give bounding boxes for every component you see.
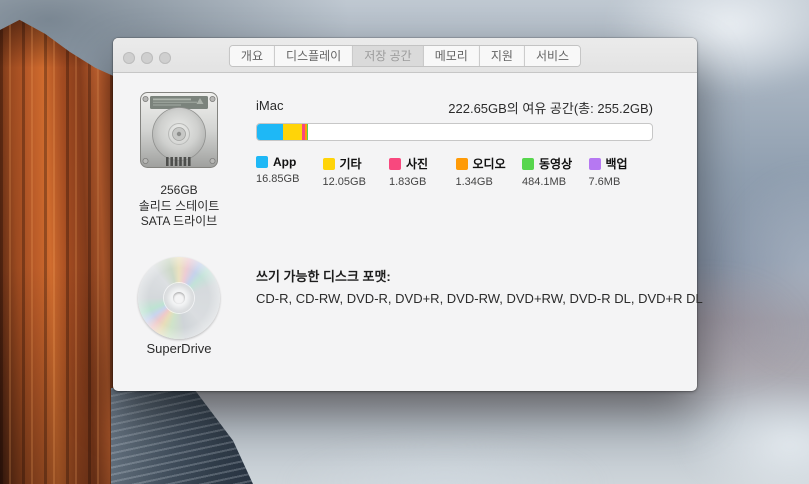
disc-formats-list: CD-R, CD-RW, DVD-R, DVD+R, DVD-RW, DVD+R… — [256, 291, 703, 306]
legend-item-movies: 동영상 484.1MB — [522, 155, 589, 188]
about-this-mac-window: 개요디스플레이저장 공간메모리지원서비스 — [113, 38, 697, 391]
legend-label: 사진 — [406, 155, 428, 172]
legend-item-audio: 오디오 1.34GB — [456, 155, 523, 188]
legend-swatch — [589, 158, 601, 170]
legend-label: 백업 — [606, 155, 628, 172]
usage-segment-movies — [307, 124, 308, 140]
storage-legend: App 16.85GB 기타 12.05GB 사진 1.83GB 오디오 1.3… — [256, 155, 655, 188]
tab-displays[interactable]: 디스플레이 — [275, 46, 353, 66]
hard-drive-icon — [139, 91, 219, 171]
legend-label: 동영상 — [539, 155, 572, 172]
legend-item-other: 기타 12.05GB — [323, 155, 390, 188]
legend-size: 16.85GB — [256, 173, 323, 185]
free-space-text: 222.65GB의 여유 공간(총: 255.2GB) — [448, 98, 653, 117]
legend-item-app: App 16.85GB — [256, 155, 323, 188]
legend-swatch — [522, 158, 534, 170]
device-name: iMac — [256, 98, 283, 117]
tab-support[interactable]: 지원 — [480, 46, 525, 66]
legend-size: 1.34GB — [456, 176, 523, 188]
legend-size: 484.1MB — [522, 176, 589, 188]
superdrive-label: SuperDrive — [113, 341, 245, 356]
legend-swatch — [323, 158, 335, 170]
legend-size: 1.83GB — [389, 176, 456, 188]
minimize-button[interactable] — [141, 52, 153, 64]
legend-label: 기타 — [340, 155, 362, 172]
storage-tab-content: 256GB 솔리드 스테이트 SATA 드라이브 SuperDrive iMac… — [113, 73, 697, 391]
zoom-button[interactable] — [159, 52, 171, 64]
storage-header-row: iMac 222.65GB의 여유 공간(총: 255.2GB) — [256, 98, 653, 117]
superdrive-disc-icon — [138, 257, 220, 339]
window-titlebar[interactable]: 개요디스플레이저장 공간메모리지원서비스 — [113, 38, 697, 73]
tab-storage[interactable]: 저장 공간 — [353, 46, 424, 66]
legend-label: App — [273, 155, 296, 169]
usage-segment-app — [257, 124, 283, 140]
usage-segment-other — [283, 124, 302, 140]
disc-formats-title: 쓰기 가능한 디스크 포맷: — [256, 266, 391, 285]
tab-memory[interactable]: 메모리 — [424, 46, 480, 66]
legend-swatch — [456, 158, 468, 170]
close-button[interactable] — [123, 52, 135, 64]
el-capitan-cliff — [0, 0, 122, 484]
tab-overview[interactable]: 개요 — [230, 46, 275, 66]
legend-size: 7.6MB — [589, 176, 656, 188]
tab-service[interactable]: 서비스 — [525, 46, 580, 66]
legend-size: 12.05GB — [323, 176, 390, 188]
legend-item-backups: 백업 7.6MB — [589, 155, 656, 188]
legend-label: 오디오 — [473, 155, 506, 172]
drive-label: 256GB 솔리드 스테이트 SATA 드라이브 — [113, 183, 245, 230]
legend-swatch — [256, 156, 268, 168]
desktop-wallpaper: 개요디스플레이저장 공간메모리지원서비스 — [0, 0, 809, 484]
legend-swatch — [389, 158, 401, 170]
tab-bar: 개요디스플레이저장 공간메모리지원서비스 — [229, 45, 581, 67]
legend-item-photos: 사진 1.83GB — [389, 155, 456, 188]
storage-usage-bar — [256, 123, 653, 141]
